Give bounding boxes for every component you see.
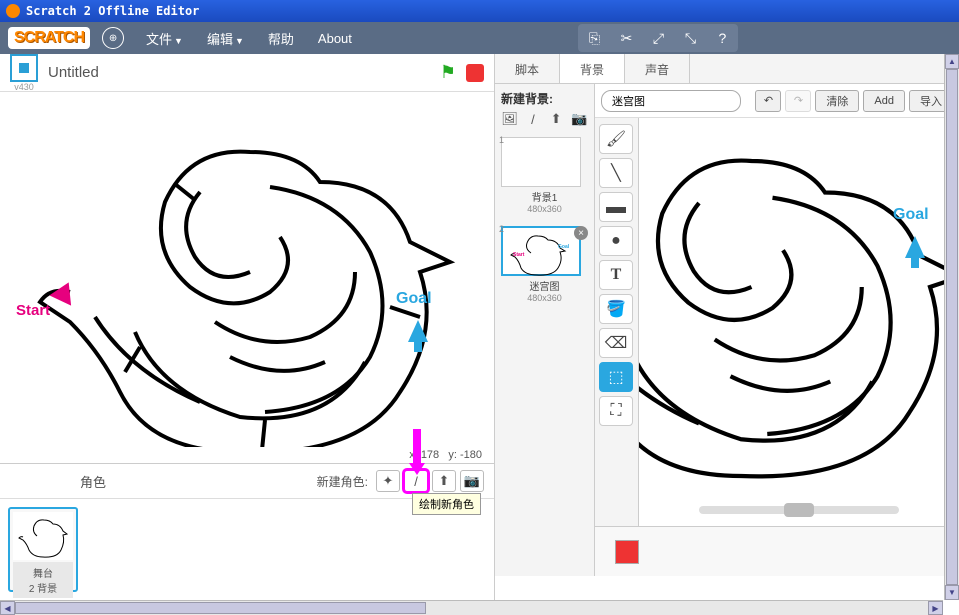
select-tool-icon[interactable]: ⬚ [599, 362, 633, 392]
project-title[interactable]: Untitled [48, 64, 99, 81]
paint-backdrop-icon[interactable]: / [524, 111, 541, 127]
paint-sprite-button[interactable]: / [404, 470, 428, 492]
stage-header: v430 Untitled ⚑ [0, 54, 494, 92]
language-icon[interactable]: ⊕ [102, 27, 124, 49]
scroll-right-icon[interactable]: ▶ [928, 601, 943, 615]
paint-editor-toolbar: ↶ ↷ 清除 Add 导入 [595, 84, 959, 118]
goal-label: Goal [396, 290, 432, 308]
canvas-goal-arrow-icon [905, 226, 925, 258]
sprites-label: 角色 [80, 472, 106, 491]
upload-backdrop-icon[interactable]: ⬆ [548, 111, 565, 127]
menu-edit[interactable]: 编辑▼ [197, 25, 254, 52]
window-title: Scratch 2 Offline Editor [26, 4, 199, 18]
left-panel: v430 Untitled ⚑ [0, 54, 495, 600]
tab-backdrops[interactable]: 背景 [560, 54, 625, 83]
horizontal-scrollbar[interactable]: ◀ ▶ [0, 600, 943, 615]
grow-icon[interactable]: ⤢ [646, 26, 670, 50]
stage-toolbar: ⎘ ✂ ⤢ ⤡ ? [578, 24, 738, 52]
upload-sprite-icon[interactable]: ⬆ [432, 470, 456, 492]
text-tool-icon[interactable]: T [599, 260, 633, 290]
menu-file[interactable]: 文件▼ [136, 25, 193, 52]
delete-icon[interactable]: ✂ [614, 26, 638, 50]
backdrop-thumb-2[interactable]: 2 × StartGoal 迷宫图 480x360 [501, 226, 588, 303]
ellipse-tool-icon[interactable]: ● [599, 226, 633, 256]
fill-tool-icon[interactable]: 🪣 [599, 294, 633, 324]
line-tool-icon[interactable]: ╲ [599, 158, 633, 188]
rectangle-tool-icon[interactable]: ▬ [599, 192, 633, 222]
backdrop-thumb-1[interactable]: 1 背景1 480x360 [501, 137, 588, 214]
choose-sprite-icon[interactable]: ✦ [376, 470, 400, 492]
start-label: Start [16, 302, 50, 319]
stage-canvas[interactable]: Start Goal [0, 92, 494, 447]
svg-text:Start: Start [513, 252, 525, 258]
stage-thumb-label: 舞台 2 背景 [13, 562, 73, 598]
menu-about[interactable]: About [308, 27, 362, 50]
scratch-logo: SCRATCH [8, 27, 90, 49]
goal-arrow-icon [408, 310, 428, 342]
clear-button[interactable]: 清除 [815, 90, 859, 112]
scroll-left-icon[interactable]: ◀ [0, 601, 15, 615]
duplicate-icon[interactable]: ⎘ [582, 26, 606, 50]
new-backdrop-label: 新建背景: [501, 90, 588, 107]
current-color-swatch[interactable] [615, 540, 639, 564]
editor-tabs: 脚本 背景 声音 [495, 54, 959, 84]
color-picker-area [595, 526, 959, 576]
paint-tool-palette: 🖌 ╲ ▬ ● T 🪣 ⌫ ⬚ ⛶ [595, 118, 639, 526]
tab-sounds[interactable]: 声音 [625, 54, 690, 83]
stamp-tool-icon[interactable]: ⛶ [599, 396, 633, 426]
choose-backdrop-icon[interactable]: 🖼 [501, 111, 518, 127]
right-panel: 脚本 背景 声音 新建背景: 🖼 / ⬆ 📷 1 背景1 480x360 [495, 54, 959, 600]
version-label: v430 [14, 82, 34, 92]
eraser-tool-icon[interactable]: ⌫ [599, 328, 633, 358]
menu-help[interactable]: 帮助 [258, 25, 304, 52]
window-titlebar: Scratch 2 Offline Editor [0, 0, 959, 22]
fullscreen-icon[interactable] [10, 54, 38, 82]
tab-scripts[interactable]: 脚本 [495, 54, 560, 83]
camera-sprite-icon[interactable]: 📷 [460, 470, 484, 492]
shrink-icon[interactable]: ⤡ [678, 26, 702, 50]
stage-thumbnail[interactable]: 舞台 2 背景 [8, 507, 78, 592]
new-sprite-label: 新建角色: [317, 473, 368, 490]
brush-tool-icon[interactable]: 🖌 [599, 124, 633, 154]
canvas-goal-label: Goal [893, 206, 929, 224]
vertical-scrollbar[interactable]: ▲ ▼ [944, 54, 959, 600]
scroll-down-icon[interactable]: ▼ [945, 585, 959, 600]
green-flag-icon[interactable]: ⚑ [440, 62, 456, 83]
redo-button[interactable]: ↷ [785, 90, 811, 112]
paint-canvas[interactable]: Goal [639, 118, 959, 526]
close-icon[interactable]: × [574, 226, 588, 240]
backdrop-sidebar: 新建背景: 🖼 / ⬆ 📷 1 背景1 480x360 2 × [495, 84, 595, 576]
paint-sprite-tooltip: 绘制新角色 [412, 493, 481, 515]
svg-text:Goal: Goal [558, 244, 570, 250]
menubar: SCRATCH ⊕ 文件▼ 编辑▼ 帮助 About ⎘ ✂ ⤢ ⤡ ? [0, 22, 959, 54]
camera-backdrop-icon[interactable]: 📷 [571, 111, 588, 127]
add-button[interactable]: Add [863, 90, 905, 112]
help-icon[interactable]: ? [710, 26, 734, 50]
scroll-up-icon[interactable]: ▲ [945, 54, 959, 69]
zoom-slider[interactable] [639, 502, 959, 518]
undo-button[interactable]: ↶ [755, 90, 781, 112]
app-icon [6, 4, 20, 18]
stop-icon[interactable] [466, 64, 484, 82]
backdrop-name-input[interactable] [601, 90, 741, 112]
